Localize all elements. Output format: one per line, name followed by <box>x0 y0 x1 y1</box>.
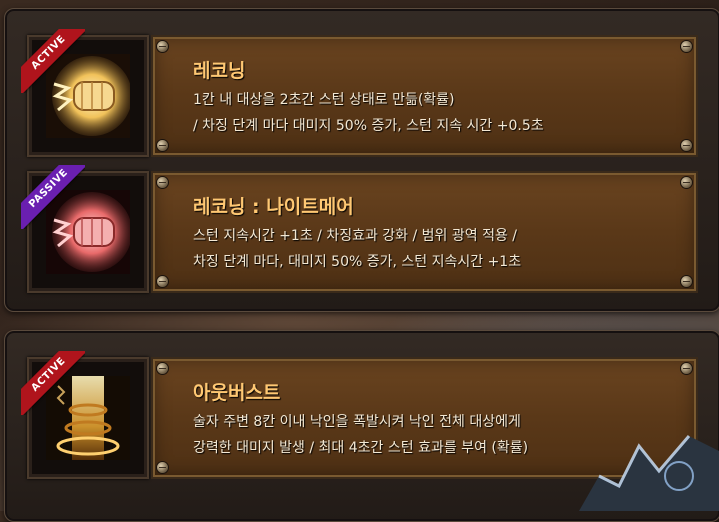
skill-title: 레코닝 : 나이트메어 <box>193 196 354 218</box>
rivet <box>681 363 692 374</box>
rivet <box>681 41 692 52</box>
rivet <box>157 276 168 287</box>
skill-title: 레코닝 <box>193 60 246 82</box>
rivet <box>157 177 168 188</box>
skill-description-panel: 레코닝 1칸 내 대상을 2초간 스턴 상태로 만듦(확률) / 차징 단계 마… <box>151 35 698 157</box>
skill-desc-line1: 스턴 지속시간 +1초 / 차징효과 강화 / 범위 광역 적용 / <box>193 228 518 244</box>
skill-title: 아웃버스트 <box>193 382 281 404</box>
skill-desc-line2: 강력한 대미지 발생 / 최대 4초간 스턴 효과를 부여 (확률) <box>193 440 529 456</box>
skill-description-panel: 레코닝 : 나이트메어 스턴 지속시간 +1초 / 차징효과 강화 / 범위 광… <box>151 171 698 293</box>
rivet <box>157 462 168 473</box>
armor-art <box>579 435 719 511</box>
rivet <box>681 177 692 188</box>
rivet <box>681 140 692 151</box>
skill-desc-line2: 차징 단계 마다, 대미지 50% 증가, 스턴 지속시간 +1초 <box>193 254 522 270</box>
rivet <box>157 41 168 52</box>
rivet <box>157 363 168 374</box>
skill-row-reckoning-nightmare: PASSIVE 레코닝: 나이트메어 스턴 지속시간 +1초 / 차징효과 강… <box>21 165 698 293</box>
skill-row-reckoning: ACTIVE 레코닝 1칸 내 대상을 2초간 스턴 상태로 만듦(확률) / … <box>21 29 698 157</box>
active-badge: ACTIVE <box>21 29 85 93</box>
skill-desc-line2: / 차징 단계 마다 대미지 50% 증가, 스턴 지속 시간 +0.5초 <box>193 118 544 134</box>
active-badge: ACTIVE <box>21 351 85 415</box>
skill-group-reckoning: ACTIVE 레코닝 1칸 내 대상을 2초간 스턴 상태로 만듦(확률) / … <box>4 8 719 312</box>
skill-desc-line1: 1칸 내 대상을 2초간 스턴 상태로 만듦(확률) <box>193 92 455 108</box>
rivet <box>157 140 168 151</box>
passive-badge: PASSIVE <box>21 165 85 229</box>
rivet <box>681 276 692 287</box>
skill-desc-line1: 술자 주변 8칸 이내 낙인을 폭발시켜 낙인 전체 대상에게 <box>193 414 521 430</box>
